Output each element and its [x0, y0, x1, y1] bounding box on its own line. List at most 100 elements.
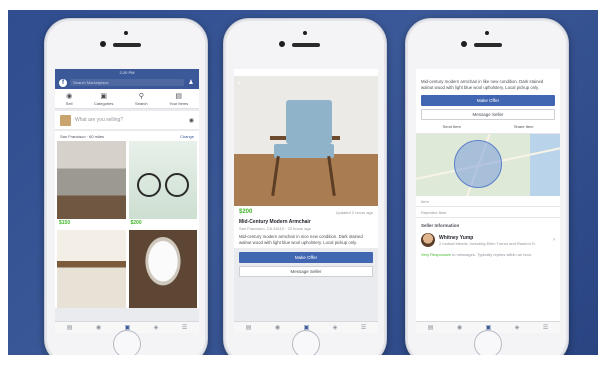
item-title: Mid-Century Modern Armchair	[239, 219, 311, 225]
detail-field: Reported Item	[416, 207, 560, 218]
requests-tab-icon[interactable]: ◉	[96, 324, 101, 331]
requests-tab-icon[interactable]: ◉	[457, 324, 462, 331]
camera-icon[interactable]: ◉	[189, 117, 194, 124]
posted-time: Updated 2 hours ago	[335, 209, 373, 215]
screen: ‹ $200 Updated 2 hours ago Mid-Century M…	[234, 69, 378, 333]
listing-tile[interactable]: $150	[57, 141, 126, 227]
mutual-friends: 2 mutual friends, including Ellen Turner…	[439, 240, 536, 246]
item-price: $200	[239, 209, 253, 215]
sell-composer[interactable]: What are you selling? ◉	[55, 111, 199, 129]
news-feed-tab-icon[interactable]: ▤	[428, 324, 434, 331]
bicycle-photo	[128, 141, 197, 219]
menu-tab-icon[interactable]: ☰	[361, 324, 366, 331]
earpiece-speaker	[474, 43, 502, 47]
sell-label: Sell	[65, 100, 73, 106]
share-item-button[interactable]: Share Item	[514, 124, 534, 129]
make-offer-button[interactable]: Make Offer	[421, 95, 555, 106]
earpiece-speaker	[113, 43, 141, 47]
sell-button[interactable]: ◉ Sell	[66, 92, 73, 106]
item-description: Mid-century modern armchair in like new …	[416, 76, 560, 93]
categories-button[interactable]: ▣ Categories	[94, 92, 113, 106]
facebook-logo-icon[interactable]: f	[59, 78, 67, 87]
front-camera	[279, 41, 285, 47]
listings-grid: $150 $200	[55, 141, 199, 308]
share-actions: Send Item Share Item	[416, 120, 560, 134]
location-text: San Francisco · 60 miles	[60, 133, 105, 139]
phone-item-detail: ‹ $200 Updated 2 hours ago Mid-Century M…	[223, 18, 387, 355]
categories-label: Categories	[94, 100, 114, 106]
item-details: $200 Updated 2 hours ago Mid-Century Mod…	[234, 206, 378, 248]
make-offer-button[interactable]: Make Offer	[239, 252, 373, 263]
chair-leg	[271, 155, 280, 197]
sofa-photo	[57, 141, 126, 219]
marketplace-actions: ◉ Sell ▣ Categories ⚲ Search ▤ Your Item…	[55, 89, 199, 109]
box-icon: ▤	[175, 92, 183, 100]
avatar	[60, 114, 71, 126]
price-row: $200 Updated 2 hours ago	[239, 209, 373, 215]
requests-tab-icon[interactable]: ◉	[275, 324, 280, 331]
earpiece-speaker	[292, 43, 320, 47]
friend-requests-icon[interactable]: ♟	[187, 79, 195, 87]
seller-section-heading: Seller Information	[416, 218, 560, 230]
notifications-tab-icon[interactable]: ◈	[154, 324, 159, 331]
responsiveness-note: Very Responsive to messages. Typically r…	[416, 250, 560, 261]
listing-price: $150	[59, 220, 71, 226]
message-seller-button[interactable]: Message Seller	[421, 109, 555, 120]
chair-backrest	[286, 100, 332, 144]
home-button[interactable]	[113, 330, 141, 355]
your-items-button[interactable]: ▤ Your Items	[169, 92, 188, 106]
screen: Mid-century modern armchair in like new …	[416, 69, 560, 333]
listing-tile[interactable]	[57, 230, 126, 308]
sensor-dot	[485, 31, 489, 35]
chair-leg	[327, 155, 336, 197]
sensor-dot	[303, 31, 307, 35]
status-bar	[416, 69, 560, 76]
news-feed-tab-icon[interactable]: ▤	[246, 324, 252, 331]
sensor-dot	[124, 31, 128, 35]
presentation-background: 2:20 PM f Search Marketplace ♟ ◉ Sell ▣ …	[8, 10, 598, 355]
location-map[interactable]	[416, 134, 560, 196]
pickup-area-circle	[454, 140, 502, 188]
search-button[interactable]: ⚲ Search	[135, 92, 148, 106]
camera-icon: ◉	[66, 92, 73, 100]
menu-tab-icon[interactable]: ☰	[543, 324, 548, 331]
detail-field: Item	[416, 196, 560, 207]
screen: 2:20 PM f Search Marketplace ♟ ◉ Sell ▣ …	[55, 69, 199, 333]
news-feed-tab-icon[interactable]: ▤	[67, 324, 73, 331]
status-bar	[234, 69, 378, 76]
your-items-label: Your Items	[169, 100, 189, 106]
map-water	[530, 134, 560, 196]
item-description: Mid-century modern armchair in nice new …	[239, 234, 363, 245]
phone-item-seller-info: Mid-century modern armchair in like new …	[405, 18, 569, 355]
listing-tile[interactable]	[128, 230, 197, 308]
change-location-link[interactable]: Change	[180, 134, 194, 139]
composer-placeholder: What are you selling?	[75, 117, 124, 123]
status-bar: 2:20 PM	[55, 69, 199, 76]
bag-icon: ▣	[100, 92, 108, 100]
home-button[interactable]	[474, 330, 502, 355]
menu-tab-icon[interactable]: ☰	[182, 324, 187, 331]
notifications-tab-icon[interactable]: ◈	[333, 324, 338, 331]
item-location: San Francisco, CA 94110 · 20 hours ago	[239, 226, 311, 231]
send-item-button[interactable]: Send Item	[443, 124, 461, 129]
seller-profile-row[interactable]: Whitney Yump 2 mutual friends, including…	[416, 230, 560, 250]
seller-text: Whitney Yump 2 mutual friends, including…	[439, 235, 536, 246]
avatar	[421, 233, 435, 247]
armchair-photo[interactable]: ‹	[234, 76, 378, 206]
message-seller-button[interactable]: Message Seller	[239, 266, 373, 277]
listing-price: $200	[130, 220, 142, 226]
search-label: Search	[134, 100, 148, 106]
chevron-right-icon: ›	[553, 237, 555, 243]
front-camera	[461, 41, 467, 47]
back-arrow-icon[interactable]: ‹	[238, 78, 241, 87]
search-input[interactable]: Search Marketplace	[70, 79, 184, 86]
phone-marketplace-feed: 2:20 PM f Search Marketplace ♟ ◉ Sell ▣ …	[44, 18, 208, 355]
responsive-text: to messages. Typically replies within an…	[452, 252, 533, 257]
listing-tile[interactable]: $200	[128, 141, 197, 227]
front-camera	[100, 41, 106, 47]
home-button[interactable]	[292, 330, 320, 355]
location-row: San Francisco · 60 miles Change	[55, 131, 199, 141]
notifications-tab-icon[interactable]: ◈	[515, 324, 520, 331]
chair-seat	[274, 144, 334, 158]
search-icon: ⚲	[138, 92, 144, 100]
